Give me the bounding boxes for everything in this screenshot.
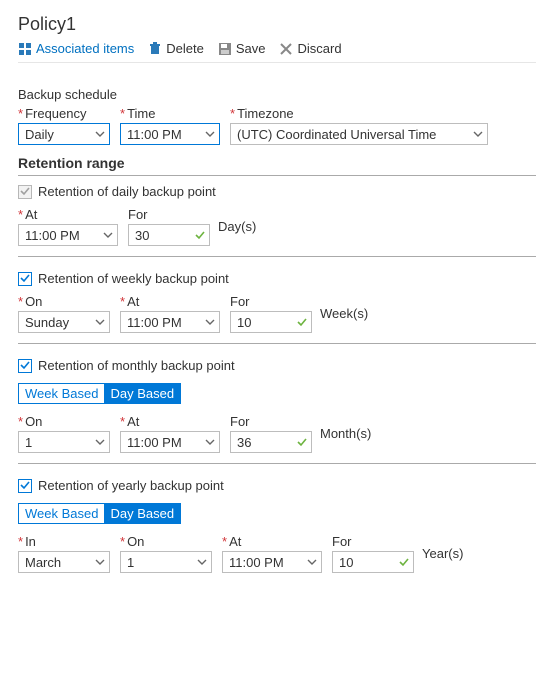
grid-icon: [18, 42, 32, 56]
weekly-on-label: *On: [18, 294, 110, 309]
save-label: Save: [236, 41, 266, 56]
monthly-basis-segment: Week Based Day Based: [18, 383, 181, 404]
page-title: Policy1: [18, 14, 536, 35]
chevron-down-icon: [205, 127, 215, 142]
backup-schedule-heading: Backup schedule: [18, 87, 536, 102]
yearly-for-label: For: [332, 534, 414, 549]
yearly-basis-segment: Week Based Day Based: [18, 503, 181, 524]
discard-button[interactable]: Discard: [279, 41, 341, 56]
yearly-on-select[interactable]: 1: [120, 551, 212, 573]
daily-for-label: For: [128, 207, 210, 222]
yearly-on-label: *On: [120, 534, 212, 549]
divider: [18, 175, 536, 176]
chevron-down-icon: [205, 315, 215, 330]
toolbar: Associated items Delete Save Discard: [18, 41, 536, 63]
time-select[interactable]: 11:00 PM: [120, 123, 220, 145]
yearly-retention-checkbox[interactable]: [18, 479, 32, 493]
daily-retention-label: Retention of daily backup point: [38, 184, 216, 199]
associated-items-label: Associated items: [36, 41, 134, 56]
timezone-value: (UTC) Coordinated Universal Time: [237, 127, 436, 142]
daily-at-label: *At: [18, 207, 118, 222]
frequency-value: Daily: [25, 127, 54, 142]
timezone-label: *Timezone: [230, 106, 488, 121]
monthly-on-value: 1: [25, 435, 32, 450]
weekly-for-value: 10: [237, 315, 251, 330]
chevron-down-icon: [103, 228, 113, 243]
delete-button[interactable]: Delete: [148, 41, 204, 56]
monthly-week-based-tab[interactable]: Week Based: [19, 384, 104, 403]
frequency-select[interactable]: Daily: [18, 123, 110, 145]
monthly-for-value: 36: [237, 435, 251, 450]
daily-at-value: 11:00 PM: [25, 228, 80, 243]
weekly-on-value: Sunday: [25, 315, 69, 330]
trash-icon: [148, 42, 162, 56]
daily-unit: Day(s): [218, 219, 256, 234]
monthly-unit: Month(s): [320, 426, 371, 441]
weekly-for-input[interactable]: 10: [230, 311, 312, 333]
monthly-retention-label: Retention of monthly backup point: [38, 358, 235, 373]
time-value: 11:00 PM: [127, 127, 182, 142]
yearly-unit: Year(s): [422, 546, 463, 561]
discard-label: Discard: [297, 41, 341, 56]
close-icon: [279, 42, 293, 56]
monthly-at-label: *At: [120, 414, 220, 429]
retention-range-heading: Retention range: [18, 155, 536, 171]
weekly-retention-label: Retention of weekly backup point: [38, 271, 229, 286]
chevron-down-icon: [307, 555, 317, 570]
yearly-for-value: 10: [339, 555, 353, 570]
monthly-at-select[interactable]: 11:00 PM: [120, 431, 220, 453]
monthly-retention-checkbox[interactable]: [18, 359, 32, 373]
frequency-label: *Frequency: [18, 106, 110, 121]
yearly-on-value: 1: [127, 555, 134, 570]
chevron-down-icon: [95, 435, 105, 450]
divider: [18, 343, 536, 344]
weekly-at-value: 11:00 PM: [127, 315, 182, 330]
divider: [18, 463, 536, 464]
check-icon: [297, 315, 307, 330]
timezone-select[interactable]: (UTC) Coordinated Universal Time: [230, 123, 488, 145]
weekly-for-label: For: [230, 294, 312, 309]
associated-items-button[interactable]: Associated items: [18, 41, 134, 56]
daily-retention-checkbox: [18, 185, 32, 199]
yearly-at-label: *At: [222, 534, 322, 549]
weekly-unit: Week(s): [320, 306, 368, 321]
time-label: *Time: [120, 106, 220, 121]
chevron-down-icon: [473, 127, 483, 142]
weekly-at-select[interactable]: 11:00 PM: [120, 311, 220, 333]
yearly-at-select[interactable]: 11:00 PM: [222, 551, 322, 573]
monthly-at-value: 11:00 PM: [127, 435, 182, 450]
save-button[interactable]: Save: [218, 41, 266, 56]
check-icon: [297, 435, 307, 450]
weekly-retention-checkbox[interactable]: [18, 272, 32, 286]
monthly-for-label: For: [230, 414, 312, 429]
yearly-week-based-tab[interactable]: Week Based: [19, 504, 104, 523]
daily-for-input[interactable]: 30: [128, 224, 210, 246]
monthly-for-input[interactable]: 36: [230, 431, 312, 453]
yearly-in-select[interactable]: March: [18, 551, 110, 573]
monthly-on-label: *On: [18, 414, 110, 429]
check-icon: [195, 228, 205, 243]
yearly-in-value: March: [25, 555, 61, 570]
daily-at-select[interactable]: 11:00 PM: [18, 224, 118, 246]
chevron-down-icon: [95, 315, 105, 330]
daily-for-value: 30: [135, 228, 149, 243]
monthly-day-based-tab[interactable]: Day Based: [104, 384, 180, 403]
weekly-at-label: *At: [120, 294, 220, 309]
yearly-in-label: *In: [18, 534, 110, 549]
chevron-down-icon: [95, 555, 105, 570]
yearly-day-based-tab[interactable]: Day Based: [104, 504, 180, 523]
monthly-on-select[interactable]: 1: [18, 431, 110, 453]
weekly-on-select[interactable]: Sunday: [18, 311, 110, 333]
divider: [18, 256, 536, 257]
yearly-for-input[interactable]: 10: [332, 551, 414, 573]
chevron-down-icon: [95, 127, 105, 142]
delete-label: Delete: [166, 41, 204, 56]
yearly-retention-label: Retention of yearly backup point: [38, 478, 224, 493]
check-icon: [399, 555, 409, 570]
chevron-down-icon: [197, 555, 207, 570]
chevron-down-icon: [205, 435, 215, 450]
save-icon: [218, 42, 232, 56]
yearly-at-value: 11:00 PM: [229, 555, 284, 570]
